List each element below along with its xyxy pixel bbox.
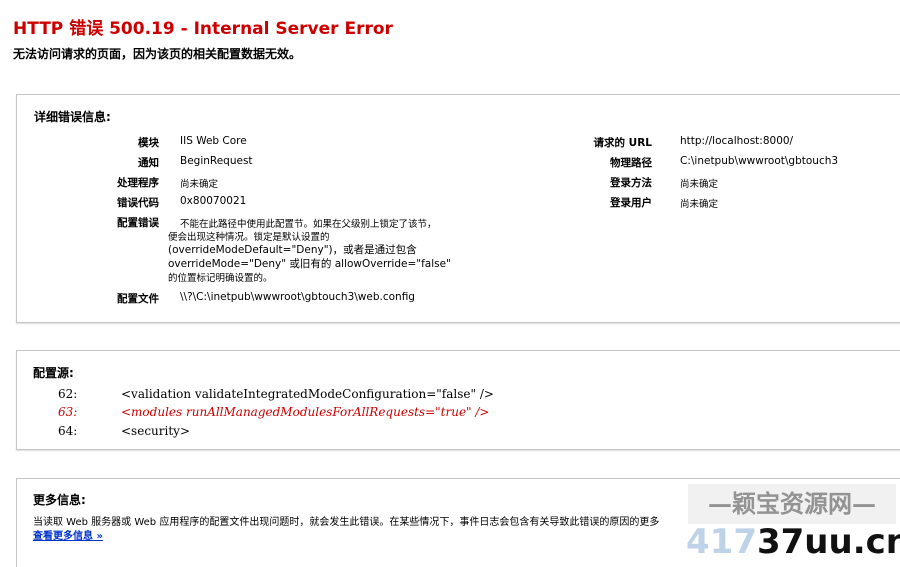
- error-code-label: 错误代码: [117, 197, 159, 209]
- error-details-panel: 详细错误信息: 模块 IIS Web Core 通知 BeginRequest …: [16, 94, 900, 323]
- physical-path-value: C:\inetpub\wwwroot\gbtouch3: [680, 155, 839, 167]
- site-watermark: —颖宝资源网—: [688, 484, 896, 524]
- watermark-url-main: 37uu.cn: [756, 522, 900, 562]
- module-label: 模块: [138, 137, 159, 149]
- code-line-number: 64:: [58, 424, 78, 438]
- error-code-value: 0x80070021: [180, 195, 247, 207]
- code-line-number-highlighted: 63:: [58, 405, 78, 419]
- request-url-value: http://localhost:8000/: [680, 135, 794, 147]
- config-error-line-2: 便会出现这种情况。锁定是默认设置的: [168, 232, 330, 243]
- config-source-heading: 配置源:: [33, 366, 74, 380]
- logon-user-label: 登录用户: [610, 197, 652, 209]
- more-info-text: 当读取 Web 服务器或 Web 应用程序的配置文件出现问题时，就会发生此错误。…: [33, 517, 660, 528]
- details-heading: 详细错误信息:: [34, 110, 111, 124]
- module-value: IIS Web Core: [180, 135, 247, 147]
- config-error-line-4: overrideMode="Deny" 或旧有的 allowOverride="…: [168, 258, 451, 270]
- config-error-line-1: 不能在此路径中使用此配置节。如果在父级别上锁定了该节，: [180, 219, 437, 230]
- config-error-label: 配置错误: [117, 217, 159, 229]
- handler-value: 尚未确定: [180, 179, 219, 190]
- logon-user-value: 尚未确定: [680, 199, 719, 210]
- page-subtitle: 无法访问请求的页面，因为该页的相关配置数据无效。: [13, 47, 302, 61]
- more-info-link[interactable]: 查看更多信息 »: [33, 527, 103, 542]
- config-error-line-3: (overrideModeDefault="Deny")，或者是通过包含: [168, 244, 417, 256]
- request-url-label: 请求的 URL: [593, 137, 652, 149]
- more-info-heading: 更多信息:: [33, 493, 86, 507]
- code-line-text-highlighted: <modules runAllManagedModulesForAllReque…: [121, 405, 490, 419]
- code-line-number: 62:: [58, 387, 78, 401]
- notify-value: BeginRequest: [180, 155, 253, 167]
- config-file-label: 配置文件: [117, 293, 159, 305]
- config-error-line-5: 的位置标记明确设置的。: [168, 273, 273, 284]
- code-line-text: <security>: [121, 424, 190, 438]
- site-watermark-url: 41737uu.cn: [686, 522, 900, 562]
- notify-label: 通知: [138, 157, 159, 169]
- logon-method-value: 尚未确定: [680, 179, 719, 190]
- config-source-panel: 配置源: 62: <validation validateIntegratedM…: [16, 350, 900, 450]
- code-line-text: <validation validateIntegratedModeConfig…: [121, 387, 494, 401]
- handler-label: 处理程序: [117, 177, 159, 189]
- logon-method-label: 登录方法: [610, 177, 652, 189]
- watermark-url-faded: 417: [686, 522, 757, 562]
- page-title: HTTP 错误 500.19 - Internal Server Error: [13, 19, 393, 39]
- physical-path-label: 物理路径: [610, 157, 652, 169]
- config-file-value: \\?\C:\inetpub\wwwroot\gbtouch3\web.conf…: [180, 291, 415, 303]
